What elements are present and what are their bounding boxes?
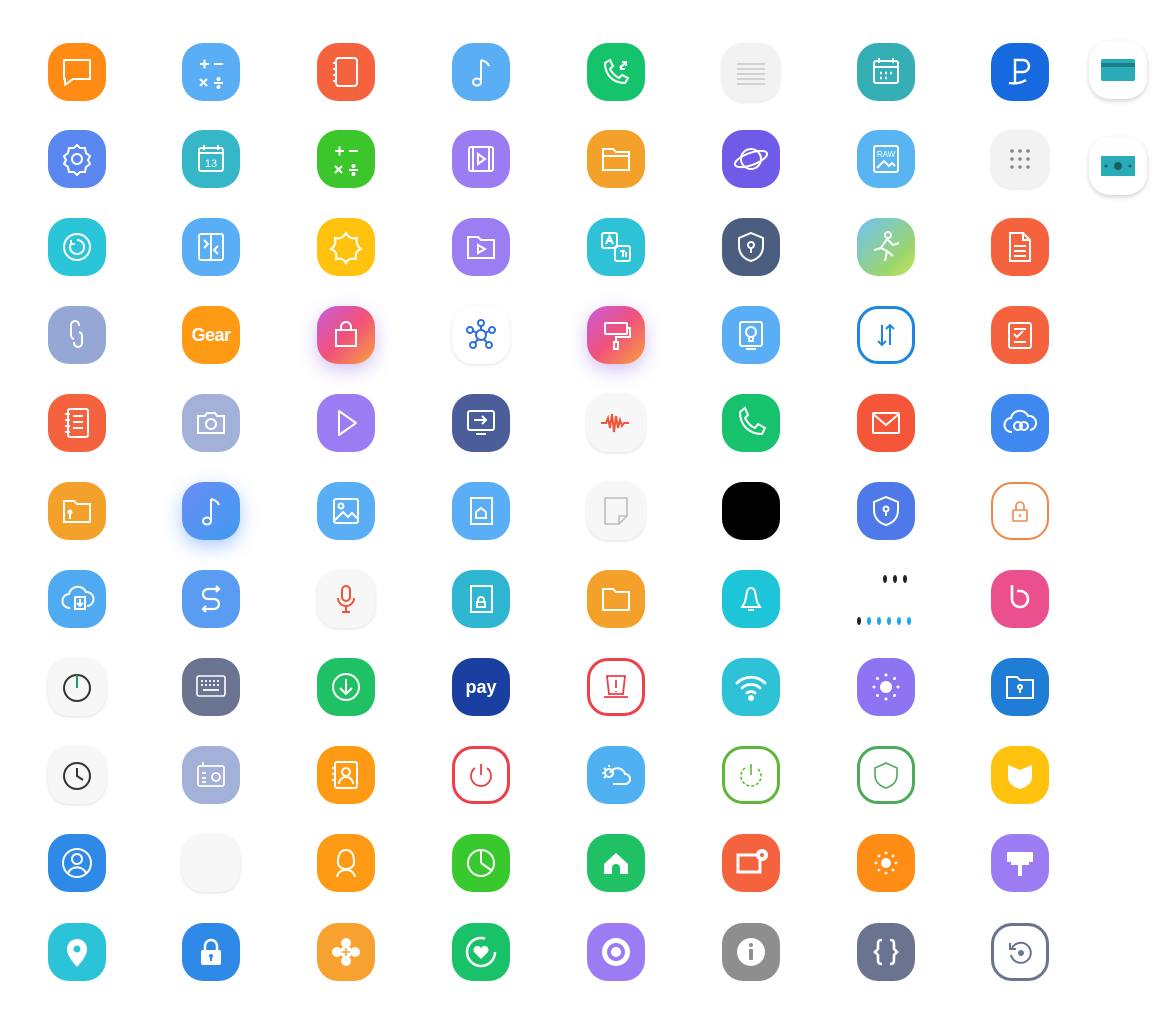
document-icon[interactable] <box>991 218 1049 276</box>
svg-text:RAW: RAW <box>877 150 896 159</box>
bixby-flower-icon[interactable] <box>317 218 375 276</box>
my-files-icon[interactable] <box>587 130 645 188</box>
health-icon[interactable] <box>452 923 510 981</box>
svg-text:13: 13 <box>205 158 217 170</box>
theme-brush-icon[interactable] <box>587 306 645 364</box>
lines-icon[interactable] <box>722 43 780 101</box>
weather-icon[interactable] <box>587 746 645 804</box>
chart-icon[interactable] <box>452 834 510 892</box>
bixby-icon[interactable] <box>991 570 1049 628</box>
location-icon[interactable] <box>48 923 106 981</box>
calendar-icon[interactable] <box>857 43 915 101</box>
video-player-icon[interactable] <box>452 130 510 188</box>
shield-yellow-icon[interactable] <box>991 746 1049 804</box>
keyboard-icon[interactable] <box>182 658 240 716</box>
clock-icon[interactable] <box>48 746 106 804</box>
calendar-13-icon[interactable]: 13 <box>182 130 240 188</box>
dots-icon[interactable] <box>857 570 915 628</box>
shield-outline-icon[interactable] <box>857 746 915 804</box>
sticky-note-icon[interactable] <box>587 482 645 540</box>
video-folder-icon[interactable] <box>452 218 510 276</box>
folder-icon[interactable] <box>587 570 645 628</box>
wifi-icon[interactable] <box>722 658 780 716</box>
play-icon[interactable] <box>317 394 375 452</box>
home-icon[interactable] <box>587 834 645 892</box>
samsung-pay-p-icon[interactable] <box>991 43 1049 101</box>
power-green-icon[interactable] <box>722 746 780 804</box>
phone-icon[interactable] <box>722 394 780 452</box>
profile-icon[interactable] <box>317 834 375 892</box>
blank-white-icon[interactable] <box>182 834 240 892</box>
radio-icon[interactable] <box>182 746 240 804</box>
blank-black-icon[interactable] <box>722 482 780 540</box>
secure-files-icon[interactable] <box>48 482 106 540</box>
code-icon[interactable] <box>857 923 915 981</box>
email-icon[interactable] <box>857 394 915 452</box>
flower-icon[interactable] <box>317 923 375 981</box>
screen-mirror-icon[interactable] <box>182 218 240 276</box>
messages-icon[interactable] <box>48 43 106 101</box>
screenshot-icon[interactable] <box>722 834 780 892</box>
account-icon[interactable] <box>48 834 106 892</box>
gear-label: Gear <box>191 324 231 345</box>
internet-icon[interactable] <box>722 130 780 188</box>
gear-icon[interactable]: Gear <box>182 306 240 364</box>
card-icon[interactable] <box>1089 41 1147 99</box>
download-icon[interactable] <box>317 658 375 716</box>
voice-recorder-icon[interactable] <box>317 570 375 628</box>
sun-icon[interactable] <box>857 834 915 892</box>
gallery-icon[interactable] <box>317 482 375 540</box>
lens-icon[interactable] <box>587 923 645 981</box>
secure-file-icon[interactable] <box>991 658 1049 716</box>
raw-image-icon[interactable]: RAW <box>857 130 915 188</box>
calculator-green-icon[interactable] <box>317 130 375 188</box>
secure-folder-icon[interactable] <box>722 218 780 276</box>
smartthings-icon[interactable] <box>452 306 510 364</box>
power-icon[interactable] <box>48 658 106 716</box>
restore-icon[interactable] <box>991 923 1049 981</box>
phone-call-icon[interactable] <box>587 43 645 101</box>
cloud-link-icon[interactable] <box>991 394 1049 452</box>
notes-icon[interactable] <box>317 43 375 101</box>
samsung-pay-icon[interactable]: pay <box>452 658 510 716</box>
camera-icon[interactable] <box>182 394 240 452</box>
knox-shield-icon[interactable] <box>857 482 915 540</box>
pay-label: pay <box>465 676 497 697</box>
smart-view-icon[interactable] <box>452 394 510 452</box>
home-page-icon[interactable] <box>452 482 510 540</box>
brightness-icon[interactable] <box>857 658 915 716</box>
paint-roller-icon[interactable] <box>991 834 1049 892</box>
tips-bulb-icon[interactable] <box>722 306 780 364</box>
fitness-icon[interactable] <box>857 218 915 276</box>
app-grid-icon[interactable] <box>991 130 1049 188</box>
music-icon[interactable] <box>452 43 510 101</box>
cloud-download-icon[interactable] <box>48 570 106 628</box>
contacts-icon[interactable] <box>317 746 375 804</box>
icon-grid: 13 RAW Gear pay <box>0 0 1166 1018</box>
galaxy-store-icon[interactable] <box>317 306 375 364</box>
music-glow-icon[interactable] <box>182 482 240 540</box>
calculator-icon[interactable] <box>182 43 240 101</box>
task-note-icon[interactable] <box>991 306 1049 364</box>
samsung-s-icon[interactable] <box>182 570 240 628</box>
money-icon[interactable] <box>1089 137 1147 195</box>
voice-wave-icon[interactable] <box>587 394 645 452</box>
info-icon[interactable] <box>722 923 780 981</box>
alert-icon[interactable] <box>587 658 645 716</box>
lock-outline-icon[interactable] <box>991 482 1049 540</box>
data-transfer-icon[interactable] <box>857 306 915 364</box>
refresh-icon[interactable] <box>48 218 106 276</box>
backup-icon[interactable] <box>452 570 510 628</box>
lock-icon[interactable] <box>182 923 240 981</box>
reminders-icon[interactable] <box>48 394 106 452</box>
power-red-icon[interactable] <box>452 746 510 804</box>
link-icon[interactable] <box>48 306 106 364</box>
translate-icon[interactable] <box>587 218 645 276</box>
notification-bell-icon[interactable] <box>722 570 780 628</box>
settings-icon[interactable] <box>48 130 106 188</box>
